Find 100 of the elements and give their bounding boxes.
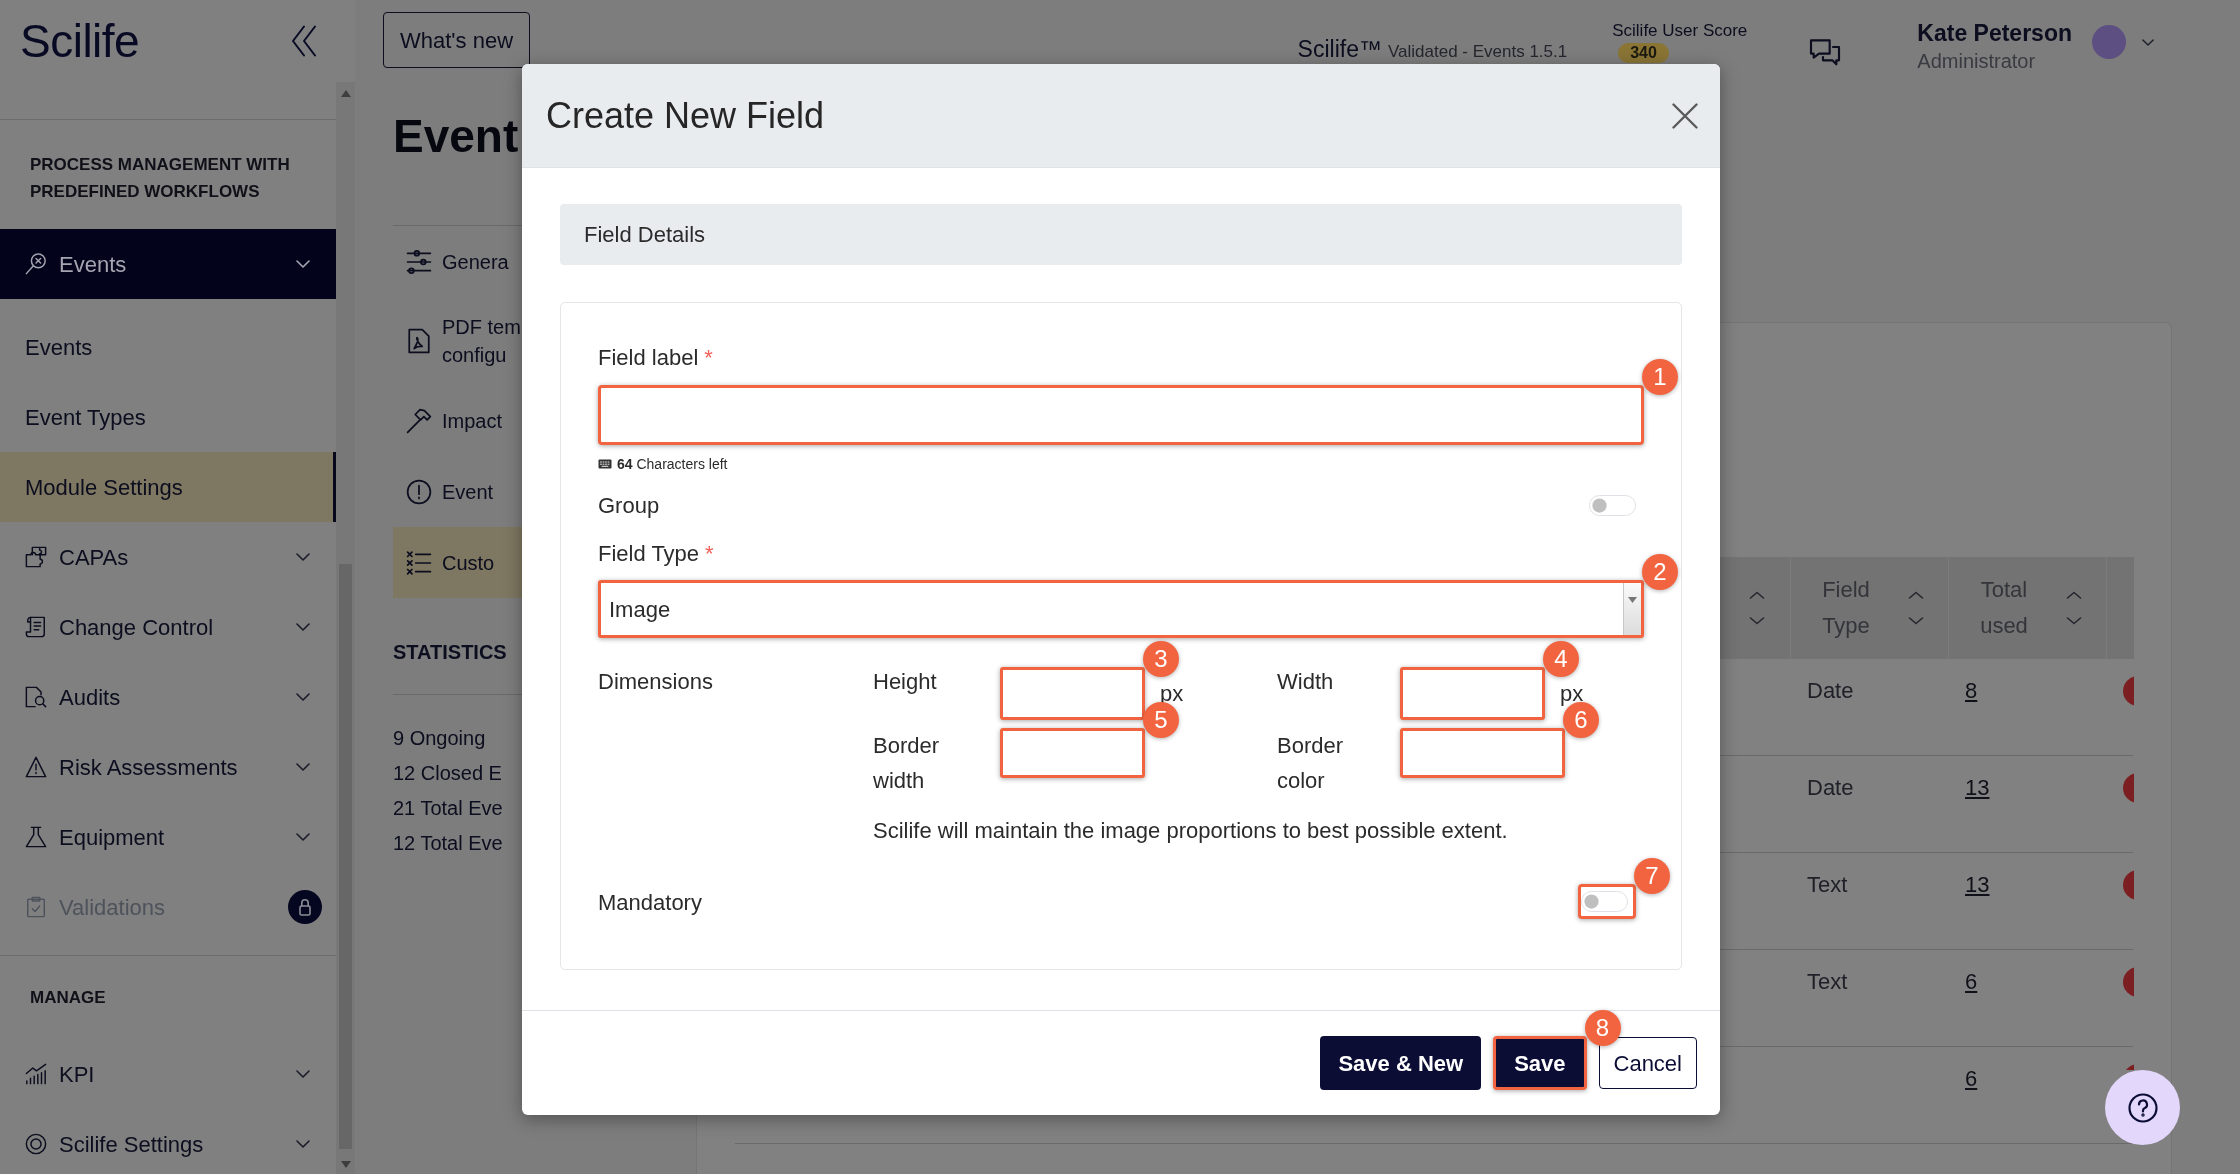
dialog-button[interactable]: Save & New xyxy=(1320,1036,1482,1090)
section-heading: MANAGE xyxy=(29,987,107,1009)
sidebar-item[interactable]: Events xyxy=(0,229,336,299)
column-header[interactable]: Field Type xyxy=(1790,557,1948,659)
checklist-icon xyxy=(406,549,432,576)
usage-link[interactable]: 13 xyxy=(1965,872,1990,897)
keyboard-icon xyxy=(598,459,612,469)
document-icon xyxy=(25,616,47,638)
field-label: Mandatory xyxy=(598,889,702,917)
document-search-icon xyxy=(25,686,47,708)
table-cell: Text xyxy=(1807,872,1848,897)
warning-icon xyxy=(25,756,47,778)
usage-link[interactable]: 6 xyxy=(1965,1066,1978,1091)
settings-nav-item[interactable]: Genera xyxy=(393,226,522,297)
toggle-switch[interactable] xyxy=(1578,884,1636,919)
sidebar-item[interactable]: KPI xyxy=(0,1039,336,1109)
sidebar-item[interactable]: Equipment xyxy=(0,802,336,872)
statistic-text: 21 Total Eve xyxy=(393,796,504,821)
lock-icon xyxy=(288,890,322,924)
pdf-document-icon xyxy=(406,328,432,354)
settings-nav-item[interactable]: PDF tem configu xyxy=(393,297,522,385)
chart-icon xyxy=(25,1063,47,1085)
score-label: Scilife User Score xyxy=(1612,20,1748,41)
flask-icon xyxy=(25,826,47,848)
statistic-text: 12 Total Eve xyxy=(393,831,504,856)
sidebar-item[interactable]: Events xyxy=(0,312,336,382)
scroll-down-icon[interactable] xyxy=(340,1161,351,1168)
field-label: Border color xyxy=(1277,732,1345,795)
sort-icon[interactable] xyxy=(1749,591,1765,625)
callout-marker: 8 xyxy=(1584,1010,1621,1046)
sidebar-item[interactable]: Audits xyxy=(0,662,336,732)
field-label: Field label xyxy=(598,343,699,372)
help-icon xyxy=(2127,1092,2158,1123)
sidebar-item[interactable]: Module Settings xyxy=(0,452,336,522)
chevron-down-icon xyxy=(296,260,310,268)
page-title: Event xyxy=(393,109,520,164)
scrollbar-track[interactable] xyxy=(336,82,355,1174)
sort-icon[interactable] xyxy=(1908,591,1924,625)
statistic-text: 9 Ongoing xyxy=(393,726,487,751)
text-input[interactable] xyxy=(1400,728,1565,778)
usage-link[interactable]: 8 xyxy=(1965,678,1978,703)
chevron-down-icon xyxy=(296,693,310,701)
settings-nav-item[interactable]: Event xyxy=(393,456,522,527)
dialog-title: Create New Field xyxy=(546,93,825,138)
sidebar-item[interactable]: CAPAs xyxy=(0,522,336,592)
chat-icon[interactable] xyxy=(1809,38,1842,68)
usage-link[interactable]: 13 xyxy=(1965,775,1990,800)
logo: Scilife xyxy=(20,18,140,64)
character-counter: 64 Characters left xyxy=(617,456,728,472)
sidebar-item[interactable]: Risk Assessments xyxy=(0,732,336,802)
whats-new-button[interactable]: What's new xyxy=(383,12,531,68)
settings-nav-item[interactable]: Custo xyxy=(393,527,522,598)
callout-marker: 2 xyxy=(1642,554,1678,590)
user-role: Administrator xyxy=(1917,49,2037,74)
chevron-down-icon xyxy=(296,553,310,561)
caret-icon xyxy=(1628,597,1637,603)
chevron-down-icon xyxy=(296,1070,310,1078)
sort-icon[interactable] xyxy=(2066,591,2082,625)
text-input[interactable] xyxy=(1400,667,1545,720)
section-heading: PROCESS MANAGEMENT WITH PREDEFINED WORKFLOWS xyxy=(29,154,291,203)
sidebar-item[interactable]: Scilife Settings xyxy=(0,1109,336,1174)
dialog-button[interactable]: Save xyxy=(1493,1036,1587,1090)
double-chevron-left-icon[interactable] xyxy=(291,25,317,57)
dialog-button[interactable]: Cancel xyxy=(1598,1037,1697,1089)
required-mark: * xyxy=(705,539,714,568)
text-input[interactable] xyxy=(1000,667,1145,720)
field-label: Group xyxy=(598,491,660,520)
callout-marker: 6 xyxy=(1563,702,1599,738)
settings-nav-item[interactable]: Impact xyxy=(393,385,522,456)
table-cell: Text xyxy=(1807,969,1848,994)
section-heading: Field Details xyxy=(560,204,1682,265)
chevron-down-icon[interactable] xyxy=(2142,39,2154,46)
field-label: Field Type xyxy=(598,539,700,568)
ring-icon xyxy=(25,1133,47,1155)
hint-text: Scilife will maintain the image proportions to best possible extent. xyxy=(873,817,1509,845)
close-button[interactable] xyxy=(1672,102,1698,129)
callout-marker: 7 xyxy=(1634,858,1670,894)
product-name: Scilife™ xyxy=(1297,35,1382,64)
callout-marker: 5 xyxy=(1143,702,1179,738)
user-name: Kate Peterson xyxy=(1917,19,2072,48)
text-input[interactable] xyxy=(598,385,1644,445)
hammer-icon xyxy=(406,407,432,434)
column-header[interactable]: Total used xyxy=(1948,557,2106,659)
sidebar-item[interactable]: Event Types xyxy=(0,382,336,452)
clipboard-icon xyxy=(25,896,47,918)
field-type-select[interactable]: Image xyxy=(598,580,1644,638)
field-label: Border width xyxy=(873,732,941,795)
scroll-up-icon[interactable] xyxy=(340,90,351,97)
close-icon xyxy=(1672,102,1698,129)
callout-marker: 1 xyxy=(1642,359,1678,395)
chevron-down-icon xyxy=(296,763,310,771)
sidebar-item[interactable]: Change Control xyxy=(0,592,336,662)
table-cell: Date xyxy=(1807,678,1854,703)
chevron-down-icon xyxy=(296,833,310,841)
chevron-down-icon xyxy=(296,623,310,631)
score-value: 340 xyxy=(1618,43,1669,63)
text-input[interactable] xyxy=(1000,728,1145,778)
statistic-text: 12 Closed E xyxy=(393,761,503,786)
puzzle-icon xyxy=(25,546,47,568)
usage-link[interactable]: 6 xyxy=(1965,969,1978,994)
